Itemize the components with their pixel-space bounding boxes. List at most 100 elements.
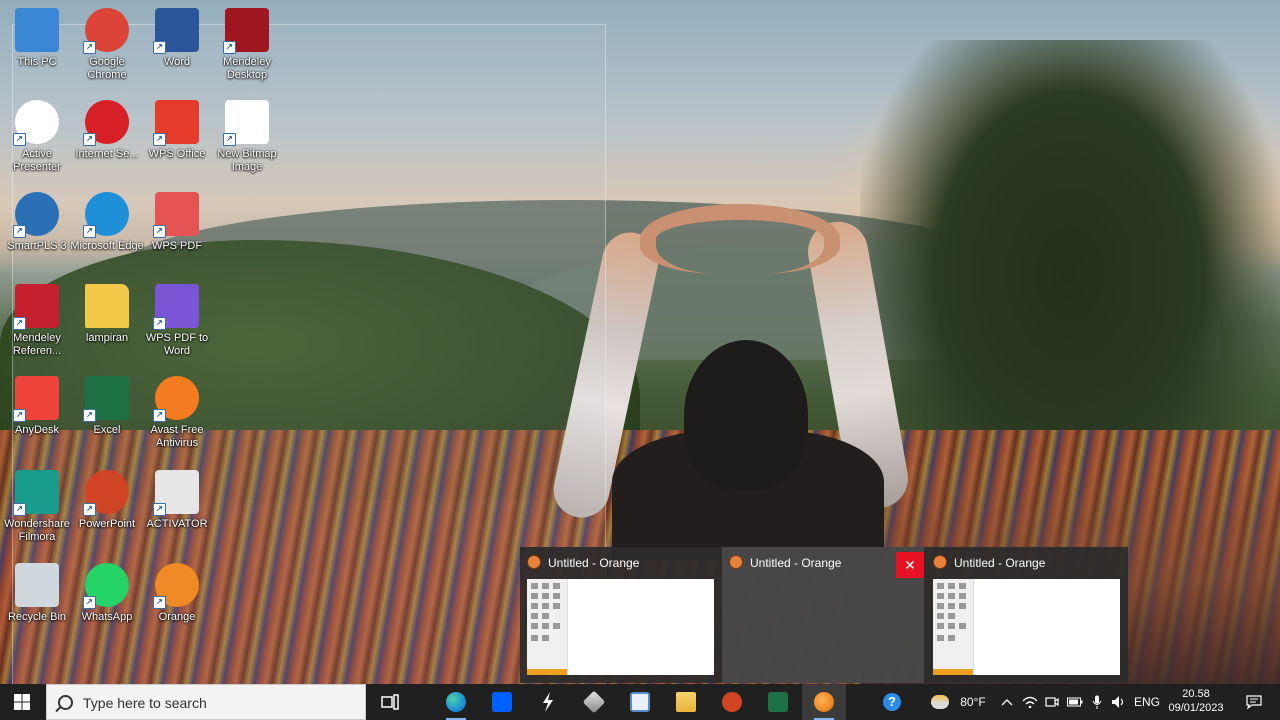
shortcut-arrow-icon: ↗ [13,409,26,422]
task-view-icon [381,694,399,710]
desktop-icon-smartpls[interactable]: ↗ SmartPLS 3 [0,192,74,253]
chevron-up-icon[interactable] [998,684,1016,720]
whatsapp-icon: ↗ [83,563,129,609]
temperature-text[interactable]: 80°F [956,684,990,720]
taskbar-clock[interactable]: 20.58 09/01/2023 [1160,684,1232,720]
desktop-icon-label: Word [163,56,191,68]
desktop-icon-activator[interactable]: ↗ ACTIVATOR [140,470,214,531]
desktop-icon-chrome[interactable]: ↗ Google Chrome [70,8,144,82]
taskbar-dropbox-button[interactable] [480,684,524,720]
taskbar-winamp-button[interactable] [526,684,570,720]
desktop-icon-label: Avast Free Antivirus [150,424,204,449]
help-icon: ? [883,693,901,711]
desktop-icon-label: Active Presenter [13,148,61,173]
desktop-icon-orange-app[interactable]: ↗ Orange [140,563,214,624]
orange-app-icon [814,692,834,712]
shortcut-arrow-icon: ↗ [153,41,166,54]
taskbar-search-box[interactable] [46,684,366,720]
desktop-icon-anydesk[interactable]: ↗ AnyDesk [0,376,74,437]
taskbar-thumbnail-previews: Untitled - Orange Untitled - Orange ✕ Un… [520,547,1128,683]
desktop-icon-label: WPS Office [148,148,206,160]
language-indicator[interactable]: ENG [1132,684,1162,720]
desktop-icon-folder[interactable]: lampiran [70,284,144,345]
taskbar-edge-button[interactable] [434,684,478,720]
desktop-icon-label: Internet Se... [75,148,139,160]
desktop-icon-label: Excel [93,424,121,436]
close-icon[interactable]: ✕ [896,552,924,578]
desktop-icon-label: WPS PDF to Word [145,332,209,357]
desktop-icon-label: WhatsApp [81,611,133,623]
winamp-icon [543,692,553,712]
desktop-icon-label: lampiran [85,332,129,344]
activator-icon: ↗ [153,470,199,516]
window-preview [527,579,714,675]
active-presenter-icon: ↗ [13,100,59,146]
speaker-volume-icon[interactable] [1108,684,1130,720]
battery-icon[interactable] [1064,684,1086,720]
taskbar-file-explorer-button[interactable] [664,684,708,720]
desktop-icon-mendeley-reference[interactable]: ↗ Mendeley Referen... [0,284,74,358]
clock-time: 20.58 [1182,688,1210,700]
desktop-icon-label: Google Chrome [87,56,127,81]
desktop-icon-mendeley[interactable]: ↗ Mendeley Desktop [210,8,284,82]
desktop-icon-avast[interactable]: ↗ Avast Free Antivirus [140,376,214,450]
meet-now-icon[interactable] [1042,684,1062,720]
filmora-icon: ↗ [13,470,59,516]
shortcut-arrow-icon: ↗ [153,409,166,422]
task-view-button[interactable] [368,684,412,720]
thumbnail-window-1[interactable]: Untitled - Orange [520,547,722,683]
desktop-icon-bitmap-file[interactable]: ↗ New Bitmap Image [210,100,284,174]
shortcut-arrow-icon: ↗ [83,596,96,609]
taskbar-excel-button[interactable] [756,684,800,720]
shortcut-arrow-icon: ↗ [153,133,166,146]
help-button[interactable]: ? [876,684,908,720]
thumbnail-title: Untitled - Orange [750,556,842,570]
taskbar-inkscape-button[interactable] [572,684,616,720]
orange-app-icon [729,555,743,569]
thumbnail-window-3[interactable]: Untitled - Orange [926,547,1128,683]
shortcut-arrow-icon: ↗ [83,503,96,516]
heart-hands [640,204,840,274]
desktop-icon-wps-pdf-to-word[interactable]: ↗ WPS PDF to Word [140,284,214,358]
desktop-icon-label: Recycle Bin [7,611,67,623]
taskbar-powerpoint-button[interactable] [710,684,754,720]
powerpoint-icon [722,692,742,712]
desktop-icon-excel[interactable]: ↗ Excel [70,376,144,437]
notification-center-button[interactable] [1234,684,1274,720]
desktop-icon-this-pc[interactable]: This PC [0,8,74,69]
shortcut-arrow-icon: ↗ [13,503,26,516]
network-wifi-icon[interactable] [1020,684,1040,720]
desktop-icon-label: Mendeley Desktop [223,56,271,81]
desktop-icon-wps-office[interactable]: ↗ WPS Office [140,100,214,161]
desktop-icon-recycle-bin[interactable]: Recycle Bin [0,563,74,624]
dropbox-icon [492,692,512,712]
shortcut-arrow-icon: ↗ [83,41,96,54]
desktop-icon-edge[interactable]: ↗ Microsoft Edge [70,192,144,253]
weather-button[interactable] [926,684,954,720]
desktop-icon-word[interactable]: ↗ Word [140,8,214,69]
desktop-icon-wps-pdf[interactable]: ↗ WPS PDF [140,192,214,253]
orange-app-icon: ↗ [153,563,199,609]
mendeley-reference-icon: ↗ [13,284,59,330]
chrome-icon: ↗ [83,8,129,54]
shortcut-arrow-icon: ↗ [223,133,236,146]
search-icon [58,695,73,710]
shortcut-arrow-icon: ↗ [83,225,96,238]
start-button[interactable] [0,684,44,720]
inkscape-icon [582,690,606,714]
shortcut-arrow-icon: ↗ [153,596,166,609]
search-input[interactable] [81,692,355,714]
shortcut-arrow-icon: ↗ [83,133,96,146]
microphone-icon[interactable] [1088,684,1106,720]
thumbnail-window-2[interactable]: Untitled - Orange ✕ [722,547,924,683]
desktop-icon-internet-security[interactable]: ↗ Internet Se... [70,100,144,161]
taskbar-notepad-button[interactable] [618,684,662,720]
desktop-icon-whatsapp[interactable]: ↗ WhatsApp [70,563,144,624]
desktop-icon-filmora[interactable]: ↗ Wondershare Filmora [0,470,74,544]
desktop-icon-active-presenter[interactable]: ↗ Active Presenter [0,100,74,174]
avast-icon: ↗ [153,376,199,422]
thumbnail-title: Untitled - Orange [548,556,640,570]
taskbar-orange-button[interactable] [802,684,846,720]
desktop-icon-powerpoint[interactable]: ↗ PowerPoint [70,470,144,531]
person-head [684,340,808,490]
